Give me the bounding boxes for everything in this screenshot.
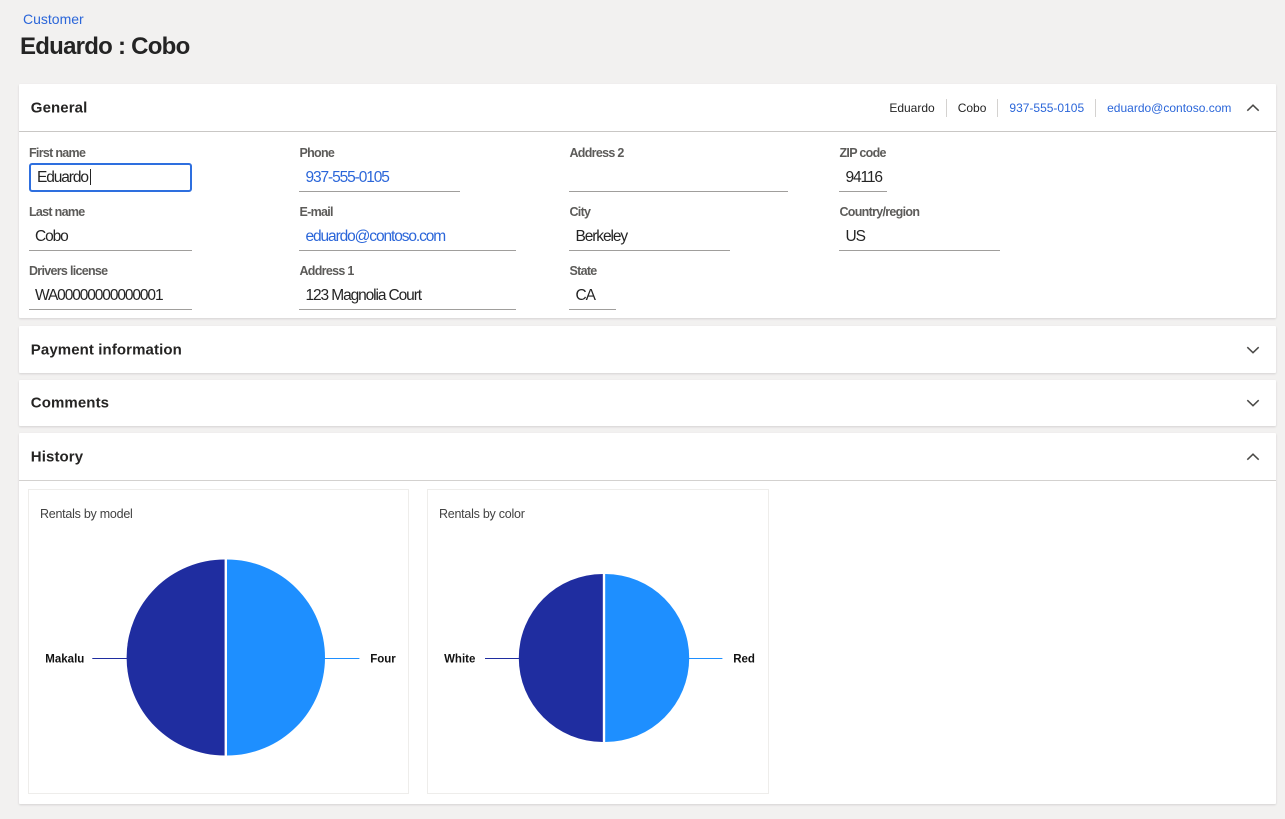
svg-text:White: White [444, 654, 475, 666]
svg-text:Makalu: Makalu [45, 654, 84, 666]
svg-text:Four: Four [370, 654, 396, 666]
svg-text:Red: Red [733, 654, 755, 666]
